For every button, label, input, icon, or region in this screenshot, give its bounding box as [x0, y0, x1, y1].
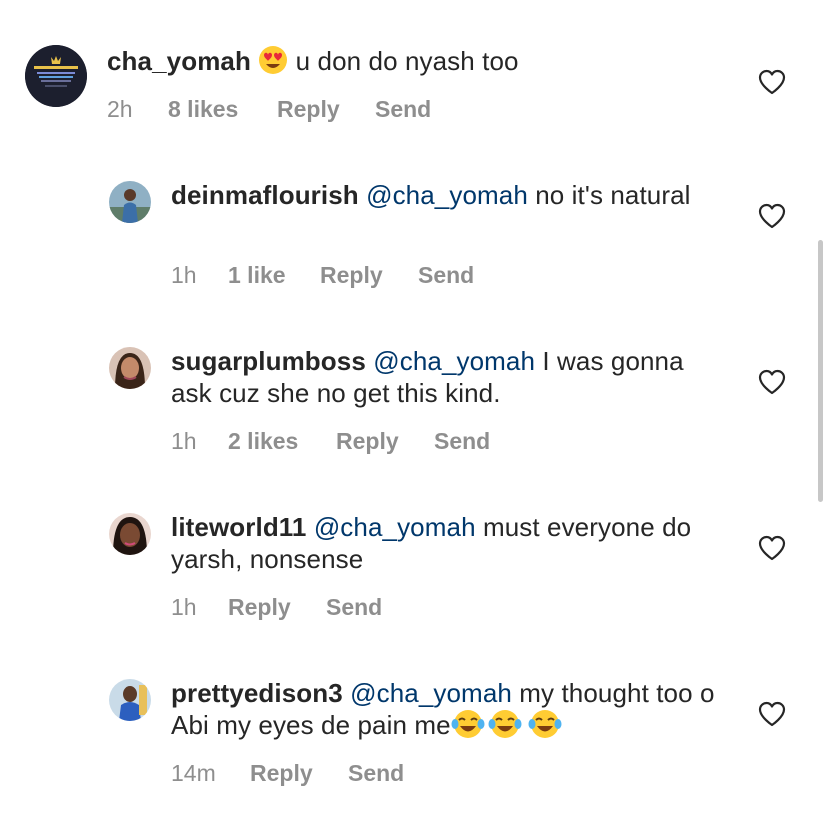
likes-count[interactable]: 1 like [228, 261, 286, 289]
avatar-deinmaflourish-icon [109, 181, 151, 223]
reply-meta: 1h 2 likes Reply Send [171, 427, 571, 455]
reply-text: prettyedison3 @cha_yomah my thought too … [171, 677, 731, 746]
reply-username[interactable]: deinmaflourish [171, 180, 359, 210]
reply-text: deinmaflourish @cha_yomah no it's natura… [171, 179, 731, 211]
send-button[interactable]: Send [434, 427, 490, 455]
comment-username[interactable]: cha_yomah [107, 46, 251, 76]
send-button[interactable]: Send [326, 593, 382, 621]
avatar-prettyedison3-icon [109, 679, 151, 721]
mention-link[interactable]: @cha_yomah [350, 678, 512, 708]
heart-icon[interactable] [758, 369, 786, 395]
likes-count[interactable]: 8 likes [168, 95, 238, 123]
comment-time: 2h [107, 96, 133, 122]
scrollbar[interactable] [818, 240, 823, 502]
comments-screen: cha_yomah u don do nyash too 2h 8 likes … [0, 0, 829, 825]
heart-icon[interactable] [758, 535, 786, 561]
avatar[interactable] [109, 347, 151, 389]
reply-time: 1h [171, 428, 197, 454]
reply-username[interactable]: sugarplumboss [171, 346, 366, 376]
reply-body: no it's natural [535, 180, 691, 210]
send-button[interactable]: Send [418, 261, 474, 289]
heart-icon[interactable] [758, 69, 786, 95]
reply-meta: 1h Reply Send [171, 593, 571, 621]
reply-meta: 14m Reply Send [171, 759, 571, 787]
send-button[interactable]: Send [348, 759, 404, 787]
tears-of-joy-emoji-icon [525, 709, 565, 746]
avatar-sugarplumboss-icon [109, 347, 151, 389]
heart-icon[interactable] [758, 203, 786, 229]
avatar[interactable] [109, 513, 151, 555]
heart-icon[interactable] [758, 701, 786, 727]
reply-time: 14m [171, 760, 216, 786]
comment-body: u don do nyash too [295, 46, 519, 76]
mention-link[interactable]: @cha_yomah [314, 512, 476, 542]
reply-text: liteworld11 @cha_yomah must everyone do … [171, 511, 731, 575]
heart-eyes-emoji-icon [258, 45, 288, 82]
reply-meta: 1h 1 like Reply Send [171, 261, 571, 289]
mention-link[interactable]: @cha_yomah [366, 180, 528, 210]
avatar[interactable] [109, 181, 151, 223]
avatar-cha-yomah-icon [25, 45, 87, 107]
reply-username[interactable]: liteworld11 [171, 512, 306, 542]
reply-button[interactable]: Reply [250, 759, 313, 787]
tears-of-joy-emoji-icon [451, 709, 485, 746]
reply-button[interactable]: Reply [277, 95, 340, 123]
comment-meta: 2h 8 likes Reply Send [107, 95, 507, 123]
tears-of-joy-emoji-icon [485, 709, 525, 746]
reply-time: 1h [171, 262, 197, 288]
reply-button[interactable]: Reply [336, 427, 399, 455]
likes-count[interactable]: 2 likes [228, 427, 298, 455]
reply-button[interactable]: Reply [320, 261, 383, 289]
reply-button[interactable]: Reply [228, 593, 291, 621]
send-button[interactable]: Send [375, 95, 431, 123]
reply-text: sugarplumboss @cha_yomah I was gonna ask… [171, 345, 731, 409]
reply-time: 1h [171, 594, 197, 620]
avatar-liteworld11-icon [109, 513, 151, 555]
comment-text: cha_yomah u don do nyash too [107, 45, 747, 82]
avatar[interactable] [25, 45, 87, 107]
reply-username[interactable]: prettyedison3 [171, 678, 343, 708]
mention-link[interactable]: @cha_yomah [373, 346, 535, 376]
avatar[interactable] [109, 679, 151, 721]
